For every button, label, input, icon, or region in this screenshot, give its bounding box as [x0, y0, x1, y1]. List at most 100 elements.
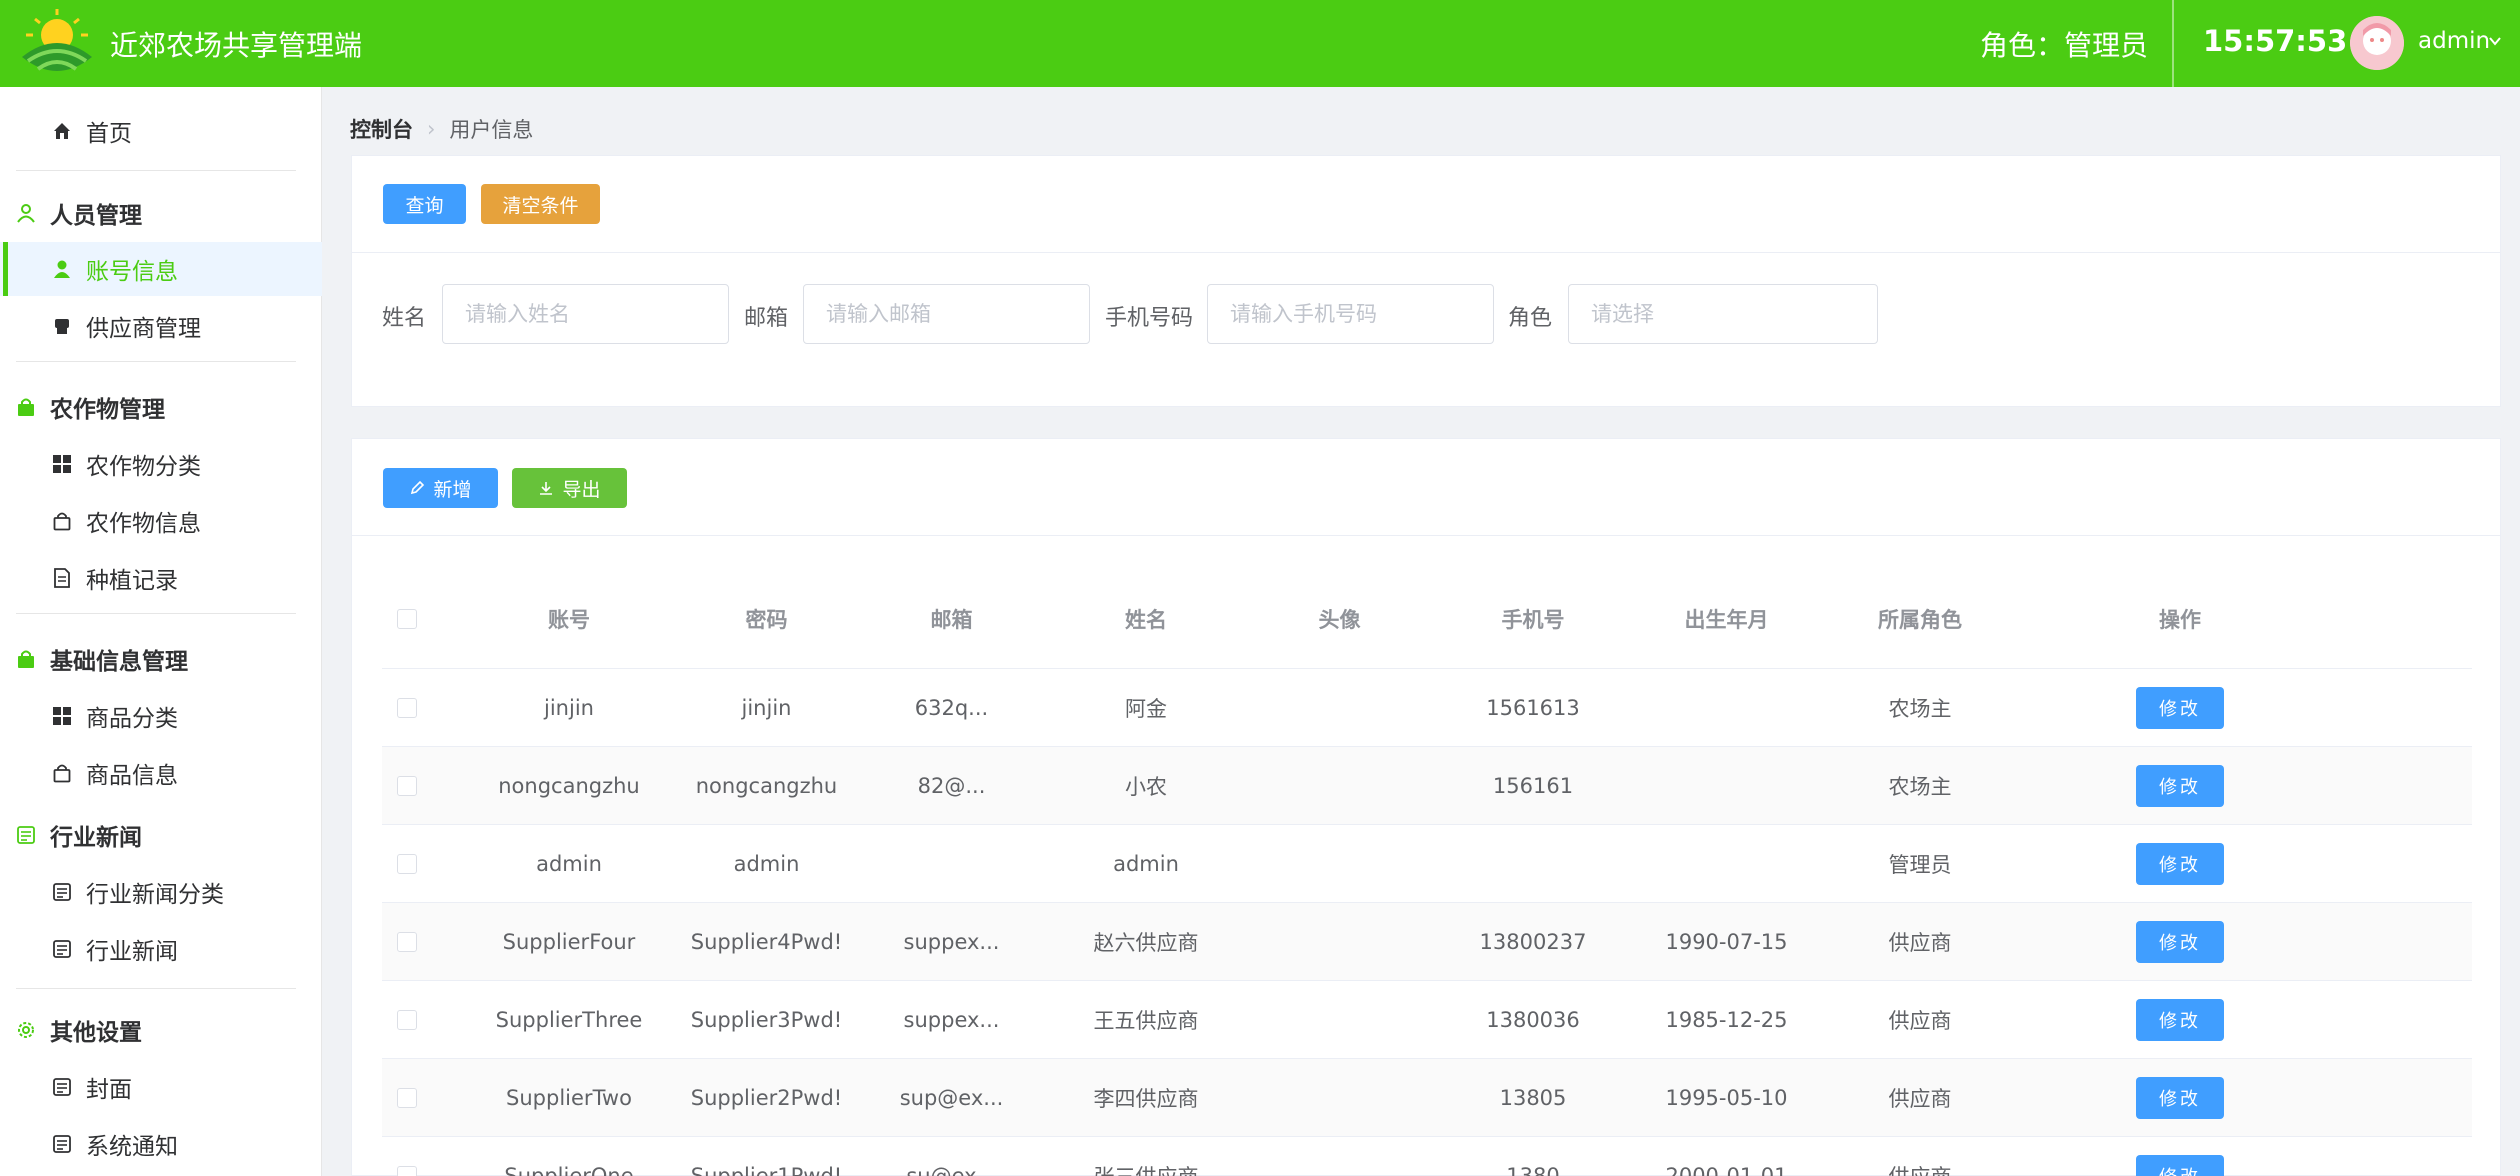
sidebar-item-account-info[interactable]: 账号信息	[0, 242, 322, 296]
column-email[interactable]: 邮箱	[854, 569, 1049, 668]
sidebar-item-crop-info[interactable]: 农作物信息	[0, 494, 322, 548]
edit-row-button[interactable]: 修改	[2136, 998, 2224, 1041]
row-checkbox-cell	[382, 825, 432, 902]
sidebar-item-system-notice[interactable]: 系统通知	[0, 1117, 322, 1171]
cell-account: SupplierTwo	[506, 1085, 632, 1110]
column-role[interactable]: 所属角色	[1823, 569, 2017, 668]
column-account[interactable]: 账号	[459, 569, 679, 668]
cell-avatar	[1243, 981, 1436, 1058]
cell-role: 农场主	[1888, 774, 1952, 799]
sidebar-item-label: 首页	[86, 121, 132, 147]
role-label: 角色	[1508, 306, 1553, 331]
row-checkbox[interactable]	[397, 853, 417, 874]
row-checkbox[interactable]	[397, 1087, 417, 1108]
table-row[interactable]: SupplierOne Supplier1Pwd! su@ex... 张三供应商 138…	[382, 1137, 2472, 1176]
row-checkbox[interactable]	[397, 697, 417, 718]
column-name[interactable]: 姓名	[1049, 569, 1243, 668]
column-avatar[interactable]: 头像	[1243, 569, 1436, 668]
cell-account: SupplierThree	[495, 1007, 643, 1032]
clear-conditions-button[interactable]: 清空条件	[481, 184, 600, 224]
edit-row-button[interactable]: 修改	[2136, 1154, 2224, 1176]
name-input[interactable]	[442, 284, 729, 344]
table-row[interactable]: SupplierTwo Supplier2Pwd! sup@ex... 李四供应商 13…	[382, 1059, 2472, 1137]
sidebar-item-planting-record[interactable]: 种植记录	[0, 551, 322, 605]
avatar-face-icon	[2350, 16, 2404, 70]
cell-name: 阿金	[1125, 696, 1167, 721]
edit-row-button[interactable]: 修改	[2136, 686, 2224, 729]
sidebar-item-label: 农作物信息	[86, 511, 201, 537]
table-row[interactable]: SupplierThree Supplier3Pwd! suppex... 王五供应商…	[382, 981, 2472, 1059]
table-row[interactable]: SupplierFour Supplier4Pwd! suppex... 赵六供应商 1…	[382, 903, 2472, 981]
add-button[interactable]: 新增	[383, 468, 498, 508]
cell-avatar	[1243, 1059, 1436, 1136]
table-header: 账号 密码 邮箱 姓名 头像 手机号 出生年月 所属角色 操作	[382, 569, 2472, 669]
cell-role: 农场主	[1888, 696, 1952, 721]
header-divider	[2172, 0, 2174, 87]
table-row[interactable]: nongcangzhu nongcangzhu 82@... 小农 156161 农场主 修…	[382, 747, 2472, 825]
cell-phone: 13800237	[1479, 929, 1587, 954]
sidebar-item-news[interactable]: 行业新闻	[0, 922, 322, 976]
farm-logo-icon	[22, 9, 92, 71]
cell-actions: 修改	[2017, 669, 2343, 746]
column-birth[interactable]: 出生年月	[1630, 569, 1823, 668]
sidebar-item-news-category[interactable]: 行业新闻分类	[0, 865, 322, 919]
bag-icon	[18, 650, 34, 668]
cell-name: admin	[1113, 851, 1179, 876]
edit-row-button[interactable]: 修改	[2136, 764, 2224, 807]
sidebar-item-product-category[interactable]: 商品分类	[0, 689, 322, 743]
sidebar-item-supplier[interactable]: 供应商管理	[0, 299, 322, 353]
avatar[interactable]	[2350, 16, 2404, 70]
export-button[interactable]: 导出	[512, 468, 627, 508]
role-select[interactable]	[1568, 284, 1878, 344]
phone-input[interactable]	[1207, 284, 1494, 344]
phone-label: 手机号码	[1105, 306, 1194, 331]
grid-icon	[53, 455, 71, 473]
column-password[interactable]: 密码	[679, 569, 854, 668]
column-phone[interactable]: 手机号	[1436, 569, 1630, 668]
sidebar-item-label: 账号信息	[86, 259, 178, 285]
sidebar-group-basic-info[interactable]: 基础信息管理	[0, 632, 322, 686]
row-checkbox[interactable]	[397, 1165, 417, 1176]
sidebar-item-label: 农作物分类	[86, 454, 201, 480]
cell-account: admin	[536, 851, 602, 876]
active-indicator	[3, 242, 8, 296]
sidebar-group-personnel[interactable]: 人员管理	[0, 186, 322, 240]
table-row[interactable]: jinjin jinjin 632q... 阿金 1561613 农场主 修改	[382, 669, 2472, 747]
cell-role: 供应商	[1888, 1008, 1952, 1033]
sidebar-group-crops[interactable]: 农作物管理	[0, 380, 322, 434]
user-menu[interactable]: admin	[2418, 28, 2490, 54]
cell-password: jinjin	[741, 695, 792, 720]
sidebar-item-home[interactable]: 首页	[0, 104, 322, 158]
row-checkbox[interactable]	[397, 1009, 417, 1030]
user-table-panel: 新增 导出 账号 密码 邮箱 姓名 头像 手机号 出生年月 所属角色 操作 ji…	[351, 438, 2501, 1176]
sidebar-item-label: 封面	[86, 1077, 132, 1103]
app-title: 近郊农场共享管理端	[110, 29, 363, 62]
edit-row-button[interactable]: 修改	[2136, 1076, 2224, 1119]
cell-phone: 156161	[1492, 773, 1574, 798]
cell-actions: 修改	[2017, 903, 2343, 980]
cell-name: 王五供应商	[1093, 1008, 1199, 1033]
cell-account: nongcangzhu	[498, 773, 640, 798]
edit-row-button[interactable]: 修改	[2136, 920, 2224, 963]
sidebar-group-industry-news[interactable]: 行业新闻	[0, 808, 322, 862]
sidebar-item-crop-category[interactable]: 农作物分类	[0, 437, 322, 491]
cell-phone: 1561613	[1486, 695, 1580, 720]
user-icon	[54, 260, 70, 278]
cell-birth: 1985-12-25	[1665, 1007, 1788, 1032]
sidebar-item-product-info[interactable]: 商品信息	[0, 746, 322, 800]
edit-row-button[interactable]: 修改	[2136, 842, 2224, 885]
email-input[interactable]	[803, 284, 1090, 344]
export-button-label: 导出	[562, 478, 601, 501]
breadcrumb-root[interactable]: 控制台	[350, 114, 413, 144]
sidebar-item-cover[interactable]: 封面	[0, 1060, 322, 1114]
select-all-checkbox[interactable]	[397, 608, 417, 629]
chevron-down-icon[interactable]	[2488, 34, 2502, 48]
sidebar-group-label: 其他设置	[50, 1020, 142, 1046]
sidebar-group-other-settings[interactable]: 其他设置	[0, 1003, 322, 1057]
row-checkbox[interactable]	[397, 775, 417, 796]
sidebar-divider	[16, 361, 296, 362]
table-row[interactable]: admin admin admin 管理员 修改	[382, 825, 2472, 903]
row-checkbox[interactable]	[397, 931, 417, 952]
cell-role: 供应商	[1823, 1137, 2017, 1176]
query-button[interactable]: 查询	[383, 184, 466, 224]
